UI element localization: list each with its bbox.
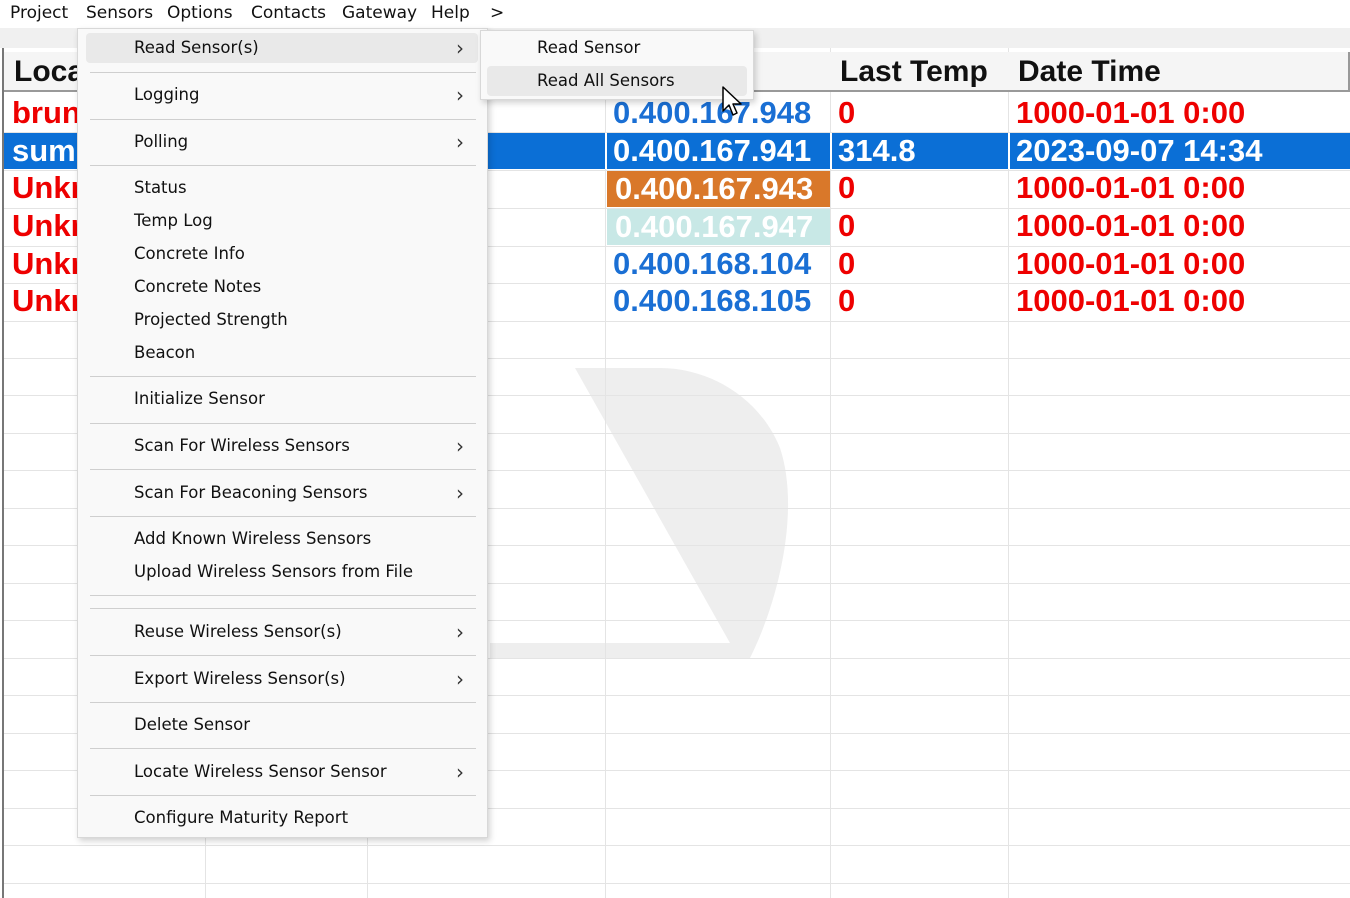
sensors-dropdown-menu: Read Sensor(s) › Logging › Polling › Status… bbox=[77, 28, 488, 838]
cell-date[interactable]: 1000-01-01 0:00 bbox=[1008, 208, 1350, 244]
cell-temp[interactable]: 0 bbox=[830, 246, 1008, 282]
menu-item-concrete-info[interactable]: Concrete Info bbox=[86, 239, 478, 269]
menu-item-polling[interactable]: Polling › bbox=[86, 127, 478, 157]
cell-temp[interactable]: 314.8 bbox=[830, 133, 1008, 169]
read-sensors-submenu: Read Sensor Read All Sensors bbox=[480, 30, 754, 100]
menu-item-label: Scan For Wireless Sensors bbox=[134, 436, 350, 455]
cell-serial[interactable]: 0.400.167.948 bbox=[605, 95, 830, 131]
menu-item-delete-sensor[interactable]: Delete Sensor bbox=[86, 710, 478, 740]
menu-item-upload-wireless[interactable]: Upload Wireless Sensors from File bbox=[86, 557, 478, 587]
menu-bar: Project Sensors Options Contacts Gateway… bbox=[0, 0, 1350, 28]
cell-temp[interactable]: 0 bbox=[830, 283, 1008, 319]
submenu-item-read-all-sensors[interactable]: Read All Sensors bbox=[487, 66, 747, 96]
header-last-temp[interactable]: Last Temp bbox=[830, 52, 1010, 92]
menu-options[interactable]: Options bbox=[167, 3, 233, 23]
cell-serial[interactable]: 0.400.168.105 bbox=[605, 283, 830, 319]
chevron-right-icon: › bbox=[456, 130, 464, 154]
menu-item-read-sensors[interactable]: Read Sensor(s) › bbox=[86, 33, 478, 63]
cell-temp[interactable]: 0 bbox=[830, 208, 1008, 244]
cell-date[interactable]: 2023-09-07 14:34 bbox=[1008, 133, 1350, 169]
menu-gateway[interactable]: Gateway bbox=[342, 3, 417, 23]
cell-date[interactable]: 1000-01-01 0:00 bbox=[1008, 283, 1350, 319]
menu-item-configure-maturity[interactable]: Configure Maturity Report bbox=[86, 803, 478, 833]
menu-contacts[interactable]: Contacts bbox=[251, 3, 326, 23]
menu-item-projected-strength[interactable]: Projected Strength bbox=[86, 305, 478, 335]
cell-temp[interactable]: 0 bbox=[830, 95, 1008, 131]
watermark-logo-icon bbox=[490, 368, 789, 658]
menu-item-export-wireless[interactable]: Export Wireless Sensor(s) › bbox=[86, 664, 478, 694]
cell-date[interactable]: 1000-01-01 0:00 bbox=[1008, 246, 1350, 282]
menu-item-locate-wireless[interactable]: Locate Wireless Sensor Sensor › bbox=[86, 757, 478, 787]
menu-item-scan-wireless[interactable]: Scan For Wireless Sensors › bbox=[86, 431, 478, 461]
chevron-right-icon: › bbox=[456, 760, 464, 784]
menu-help[interactable]: Help bbox=[431, 3, 470, 23]
menu-item-logging[interactable]: Logging › bbox=[86, 80, 478, 110]
submenu-item-read-sensor[interactable]: Read Sensor bbox=[487, 33, 747, 63]
menu-item-add-known-wireless[interactable]: Add Known Wireless Sensors bbox=[86, 524, 478, 554]
menu-item-label: Reuse Wireless Sensor(s) bbox=[134, 622, 342, 641]
menu-item-label: Export Wireless Sensor(s) bbox=[134, 669, 346, 688]
menu-item-label: Locate Wireless Sensor Sensor bbox=[134, 762, 387, 781]
cell-date[interactable]: 1000-01-01 0:00 bbox=[1008, 170, 1350, 206]
menu-item-concrete-notes[interactable]: Concrete Notes bbox=[86, 272, 478, 302]
menu-sensors[interactable]: Sensors bbox=[86, 3, 153, 23]
menu-item-label: Scan For Beaconing Sensors bbox=[134, 483, 368, 502]
chevron-right-icon: › bbox=[456, 434, 464, 458]
menu-item-status[interactable]: Status bbox=[86, 173, 478, 203]
chevron-right-icon: › bbox=[456, 83, 464, 107]
header-date-time[interactable]: Date Time bbox=[1008, 52, 1350, 92]
menu-overflow[interactable]: > bbox=[490, 3, 504, 23]
menu-project[interactable]: Project bbox=[10, 3, 68, 23]
cell-temp[interactable]: 0 bbox=[830, 170, 1008, 206]
cell-serial[interactable]: 0.400.167.941 bbox=[605, 133, 830, 169]
menu-item-label: Read Sensor(s) bbox=[134, 38, 259, 57]
chevron-right-icon: › bbox=[456, 36, 464, 60]
cell-serial[interactable]: 0.400.167.947 bbox=[607, 209, 830, 245]
menu-item-scan-beaconing[interactable]: Scan For Beaconing Sensors › bbox=[86, 478, 478, 508]
menu-item-beacon[interactable]: Beacon bbox=[86, 338, 478, 368]
menu-item-initialize-sensor[interactable]: Initialize Sensor bbox=[86, 384, 478, 414]
chevron-right-icon: › bbox=[456, 667, 464, 691]
menu-item-temp-log[interactable]: Temp Log bbox=[86, 206, 478, 236]
menu-item-label: Polling bbox=[134, 132, 189, 151]
cell-serial[interactable]: 0.400.168.104 bbox=[605, 246, 830, 282]
menu-item-reuse-wireless[interactable]: Reuse Wireless Sensor(s) › bbox=[86, 617, 478, 647]
cell-date[interactable]: 1000-01-01 0:00 bbox=[1008, 95, 1350, 131]
grid-left-border bbox=[2, 48, 4, 898]
menu-item-label: Logging bbox=[134, 85, 200, 104]
mouse-cursor-icon bbox=[722, 86, 742, 116]
cell-serial[interactable]: 0.400.167.943 bbox=[607, 171, 830, 207]
chevron-right-icon: › bbox=[456, 620, 464, 644]
chevron-right-icon: › bbox=[456, 481, 464, 505]
